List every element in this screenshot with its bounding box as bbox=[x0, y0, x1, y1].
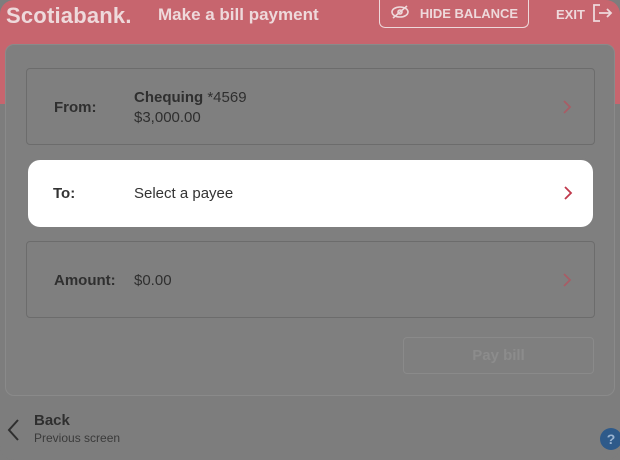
from-account-name: Chequing bbox=[134, 89, 204, 106]
to-label: To: bbox=[53, 185, 76, 202]
amount-value: $0.00 bbox=[134, 272, 172, 289]
app-window: Scotiabank. Make a bill payment HIDE BAL… bbox=[0, 0, 620, 460]
exit-button[interactable]: EXIT bbox=[556, 3, 613, 26]
chevron-right-icon bbox=[562, 272, 572, 288]
pay-bill-button[interactable]: Pay bill bbox=[403, 337, 594, 374]
from-account-row[interactable]: From: Chequing *4569 $3,000.00 bbox=[26, 68, 595, 145]
page-title: Make a bill payment bbox=[158, 5, 319, 24]
brand-name: Scotiabank bbox=[6, 3, 126, 28]
amount-label: Amount: bbox=[54, 272, 116, 289]
to-payee-row[interactable]: To: Select a payee bbox=[28, 160, 593, 227]
help-icon[interactable]: ? bbox=[600, 428, 620, 450]
brand-dot: . bbox=[125, 3, 132, 28]
chevron-right-icon bbox=[562, 99, 572, 115]
hide-balance-label: HIDE BALANCE bbox=[419, 6, 519, 21]
exit-icon bbox=[591, 3, 613, 26]
amount-row[interactable]: Amount: $0.00 bbox=[26, 241, 595, 318]
from-account-number: *4569 bbox=[207, 89, 247, 106]
chevron-right-icon bbox=[563, 185, 573, 201]
exit-label: EXIT bbox=[556, 7, 585, 22]
from-label: From: bbox=[54, 99, 97, 116]
back-subtitle: Previous screen bbox=[34, 431, 121, 445]
back-text: Back Previous screen bbox=[34, 412, 120, 445]
brand-logo: Scotiabank. bbox=[6, 3, 132, 29]
from-account-balance: $3,000.00 bbox=[134, 109, 201, 126]
back-label: Back bbox=[34, 412, 70, 429]
chevron-left-icon bbox=[6, 418, 20, 447]
eye-slash-icon bbox=[390, 4, 410, 23]
back-button[interactable]: Back Previous screen bbox=[6, 412, 120, 447]
hide-balance-button[interactable]: HIDE BALANCE bbox=[379, 0, 529, 28]
from-account: Chequing *4569 bbox=[134, 89, 247, 106]
payee-placeholder: Select a payee bbox=[134, 185, 234, 202]
